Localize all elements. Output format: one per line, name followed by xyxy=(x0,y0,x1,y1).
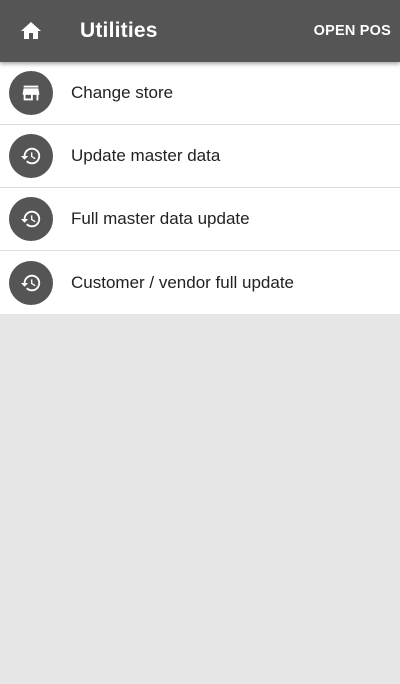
menu-item-change-store[interactable]: Change store xyxy=(0,62,400,125)
menu-item-label: Update master data xyxy=(71,146,221,165)
store-icon xyxy=(22,85,40,101)
history-icon xyxy=(20,210,41,228)
app-bar: Utilities OPEN POS xyxy=(0,0,400,62)
open-pos-button[interactable]: OPEN POS xyxy=(306,0,400,62)
menu-item-full-master-data-update[interactable]: Full master data update xyxy=(0,188,400,251)
menu-item-label: Change store xyxy=(71,83,174,102)
history-icon-circle xyxy=(9,197,53,241)
home-icon xyxy=(21,22,41,39)
menu-item-label: Full master data update xyxy=(71,209,250,228)
page-title: Utilities xyxy=(80,19,158,42)
history-icon xyxy=(20,147,41,165)
history-icon-circle xyxy=(9,134,53,178)
store-icon-circle xyxy=(9,71,53,115)
menu-item-customer-vendor-full-update[interactable]: Customer / vendor full update xyxy=(0,251,400,314)
home-button[interactable] xyxy=(0,0,62,62)
history-icon-circle xyxy=(9,260,53,305)
menu-item-label: Customer / vendor full update xyxy=(71,272,295,292)
history-icon xyxy=(20,274,41,291)
menu-item-update-master-data[interactable]: Update master data xyxy=(0,125,400,188)
utilities-list: Change store Update master data Full mas… xyxy=(0,62,400,314)
